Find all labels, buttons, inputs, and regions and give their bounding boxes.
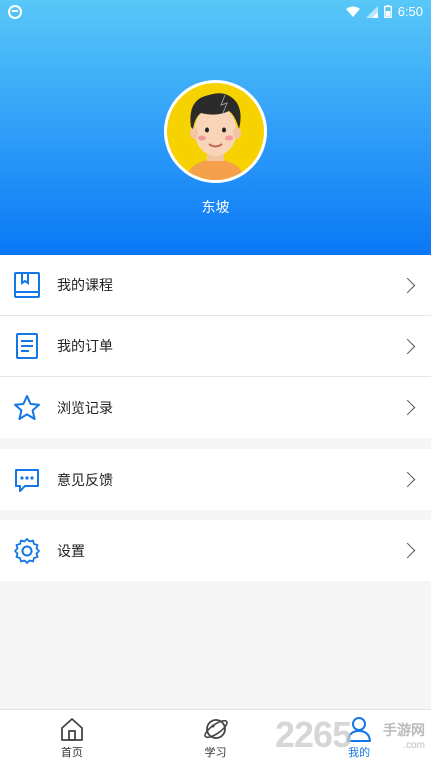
menu-group-settings: 设置 xyxy=(0,520,431,581)
menu-label: 意见反馈 xyxy=(57,472,113,489)
status-time: 6:50 xyxy=(397,4,423,19)
menu-label: 我的课程 xyxy=(57,278,113,294)
menu-item-settings[interactable]: 设置 xyxy=(0,520,431,581)
star-icon xyxy=(14,394,40,420)
menu-item-browse-history[interactable]: 浏览记录 xyxy=(0,377,431,438)
book-icon xyxy=(14,272,40,298)
user-icon xyxy=(347,717,372,742)
menu-label: 设置 xyxy=(57,543,85,560)
tab-mine[interactable]: 我的 xyxy=(287,710,431,767)
chat-bubble-icon xyxy=(15,468,39,492)
gear-icon xyxy=(14,537,40,564)
tab-label: 首页 xyxy=(60,746,83,759)
document-icon xyxy=(16,333,38,359)
notification-icon xyxy=(8,5,22,19)
signal-icon xyxy=(365,5,378,18)
tab-label: 我的 xyxy=(348,746,371,759)
menu-group-main: 我的课程 我的订单 浏览记录 xyxy=(0,255,431,438)
menu-label: 我的订单 xyxy=(57,339,113,355)
home-icon xyxy=(60,718,83,741)
status-bar: 6:50 xyxy=(0,0,431,24)
chevron-right-icon xyxy=(399,399,416,416)
profile-header: 6:50 东坡 xyxy=(0,0,431,255)
username: 东坡 xyxy=(201,200,230,216)
menu-item-feedback[interactable]: 意见反馈 xyxy=(0,449,431,510)
tab-study[interactable]: 学习 xyxy=(144,710,288,767)
chevron-right-icon xyxy=(399,277,416,293)
planet-icon xyxy=(203,719,228,739)
chevron-right-icon xyxy=(399,338,416,354)
chevron-right-icon xyxy=(399,471,416,488)
avatar[interactable] xyxy=(164,80,267,183)
battery-icon xyxy=(383,5,392,18)
tab-label: 学习 xyxy=(204,746,227,759)
menu-item-my-courses[interactable]: 我的课程 xyxy=(0,255,431,316)
wifi-icon xyxy=(345,6,360,17)
menu-label: 浏览记录 xyxy=(57,400,113,417)
avatar-illustration xyxy=(185,93,246,180)
tab-home[interactable]: 首页 xyxy=(0,710,144,767)
chevron-right-icon xyxy=(399,542,416,559)
menu-group-feedback: 意见反馈 xyxy=(0,449,431,510)
menu-item-my-orders[interactable]: 我的订单 xyxy=(0,316,431,377)
bottom-tab-bar: 首页 学习 我的 xyxy=(0,709,431,767)
